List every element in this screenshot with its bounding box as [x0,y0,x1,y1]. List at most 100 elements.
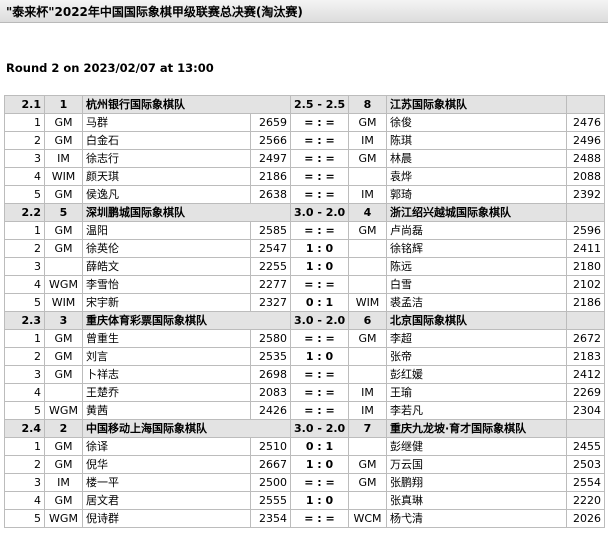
pairings-body: 2.1 1 杭州银行国际象棋队 2.5 - 2.5 8 江苏国际象棋队 1 GM 马群 2659 =… [4,95,605,528]
pairings-table: 2.1 1 杭州银行国际象棋队 2.5 - 2.5 8 江苏国际象棋队 1 GM 马群 2659 =… [4,95,605,528]
player2-title: IM [348,131,387,150]
game-row: 2 GM 倪华 2667 1 : 0 GM 万云国 2503 [4,455,605,474]
game-result: = : = [290,275,349,294]
player2-name: 杨弋清 [386,509,567,528]
board-number: 5 [4,509,45,528]
team2-number: 8 [348,95,387,114]
player2-title: GM [348,455,387,474]
player2-rating: 2392 [566,185,605,204]
match-score: 3.0 - 2.0 [290,419,349,438]
game-result: = : = [290,329,349,348]
game-row: 1 GM 温阳 2585 = : = GM 卢尚磊 2596 [4,221,605,240]
player2-name: 彭继健 [386,437,567,456]
player1-title: IM [44,473,83,492]
player1-title: GM [44,185,83,204]
board-number: 3 [4,257,45,276]
game-row: 1 GM 曾重生 2580 = : = GM 李超 2672 [4,329,605,348]
player1-name: 徐译 [82,437,251,456]
board-number: 5 [4,185,45,204]
game-result: = : = [290,401,349,420]
player1-name: 徐英伦 [82,239,251,258]
player1-name: 王楚乔 [82,383,251,402]
player2-name: 万云国 [386,455,567,474]
player1-name: 宋宇新 [82,293,251,312]
player2-title [348,491,387,510]
player2-rating: 2304 [566,401,605,420]
game-row: 1 GM 徐译 2510 0 : 1 彭继健 2455 [4,437,605,456]
player1-name: 侯逸凡 [82,185,251,204]
game-result: 0 : 1 [290,437,349,456]
player1-title: GM [44,131,83,150]
player1-rating: 2354 [250,509,291,528]
player1-rating: 2186 [250,167,291,186]
player2-rating: 2026 [566,509,605,528]
game-result: = : = [290,149,349,168]
player1-title: GM [44,221,83,240]
player2-rating: 2455 [566,437,605,456]
player1-rating: 2580 [250,329,291,348]
game-result: = : = [290,509,349,528]
team2-name: 重庆九龙坡·育才国际象棋队 [386,419,567,438]
game-result: = : = [290,185,349,204]
game-row: 1 GM 马群 2659 = : = GM 徐俊 2476 [4,113,605,132]
team1-name: 中国移动上海国际象棋队 [82,419,291,438]
board-number: 1 [4,221,45,240]
team1-number: 5 [44,203,83,222]
player1-title: GM [44,329,83,348]
player1-title [44,257,83,276]
player2-rating: 2411 [566,239,605,258]
player2-title [348,365,387,384]
player2-name: 林晨 [386,149,567,168]
player2-title [348,275,387,294]
team1-number: 3 [44,311,83,330]
player1-name: 白金石 [82,131,251,150]
round-info: Round 2 on 2023/02/07 at 13:00 [6,61,214,75]
player1-title: GM [44,365,83,384]
player1-rating: 2638 [250,185,291,204]
player2-title [348,167,387,186]
player1-rating: 2083 [250,383,291,402]
player1-rating: 2659 [250,113,291,132]
player1-title: WGM [44,275,83,294]
game-row: 2 GM 徐英伦 2547 1 : 0 徐铭辉 2411 [4,239,605,258]
game-result: 1 : 0 [290,491,349,510]
player1-rating: 2497 [250,149,291,168]
player2-name: 张鹏翔 [386,473,567,492]
team1-number: 1 [44,95,83,114]
team2-number: 7 [348,419,387,438]
game-result: = : = [290,221,349,240]
player2-name: 李若凡 [386,401,567,420]
player2-name: 陈琪 [386,131,567,150]
player2-title [348,239,387,258]
player1-name: 徐志行 [82,149,251,168]
game-row: 3 IM 楼一平 2500 = : = GM 张鹏翔 2554 [4,473,605,492]
player2-name: 彭红媛 [386,365,567,384]
player1-name: 温阳 [82,221,251,240]
board-number: 5 [4,401,45,420]
player1-title: GM [44,239,83,258]
game-row: 3 GM 卜祥志 2698 = : = 彭红媛 2412 [4,365,605,384]
board-number: 4 [4,275,45,294]
player1-name: 居文君 [82,491,251,510]
player2-name: 王瑜 [386,383,567,402]
player2-title: GM [348,113,387,132]
match-board-number: 2.1 [4,95,45,114]
player2-rating: 2088 [566,167,605,186]
player2-rating: 2269 [566,383,605,402]
game-row: 3 薛皓文 2255 1 : 0 陈远 2180 [4,257,605,276]
player2-rating: 2102 [566,275,605,294]
player1-rating: 2555 [250,491,291,510]
match-score: 3.0 - 2.0 [290,311,349,330]
board-number: 4 [4,491,45,510]
player2-title: WIM [348,293,387,312]
player1-rating: 2585 [250,221,291,240]
player1-title: WIM [44,167,83,186]
game-result: 1 : 0 [290,455,349,474]
team1-name: 重庆体育彩票国际象棋队 [82,311,291,330]
player2-title [348,347,387,366]
team2-rating-blank [566,95,605,114]
game-row: 2 GM 刘言 2535 1 : 0 张帝 2183 [4,347,605,366]
player1-title: GM [44,437,83,456]
player2-title [348,437,387,456]
player2-title: IM [348,185,387,204]
